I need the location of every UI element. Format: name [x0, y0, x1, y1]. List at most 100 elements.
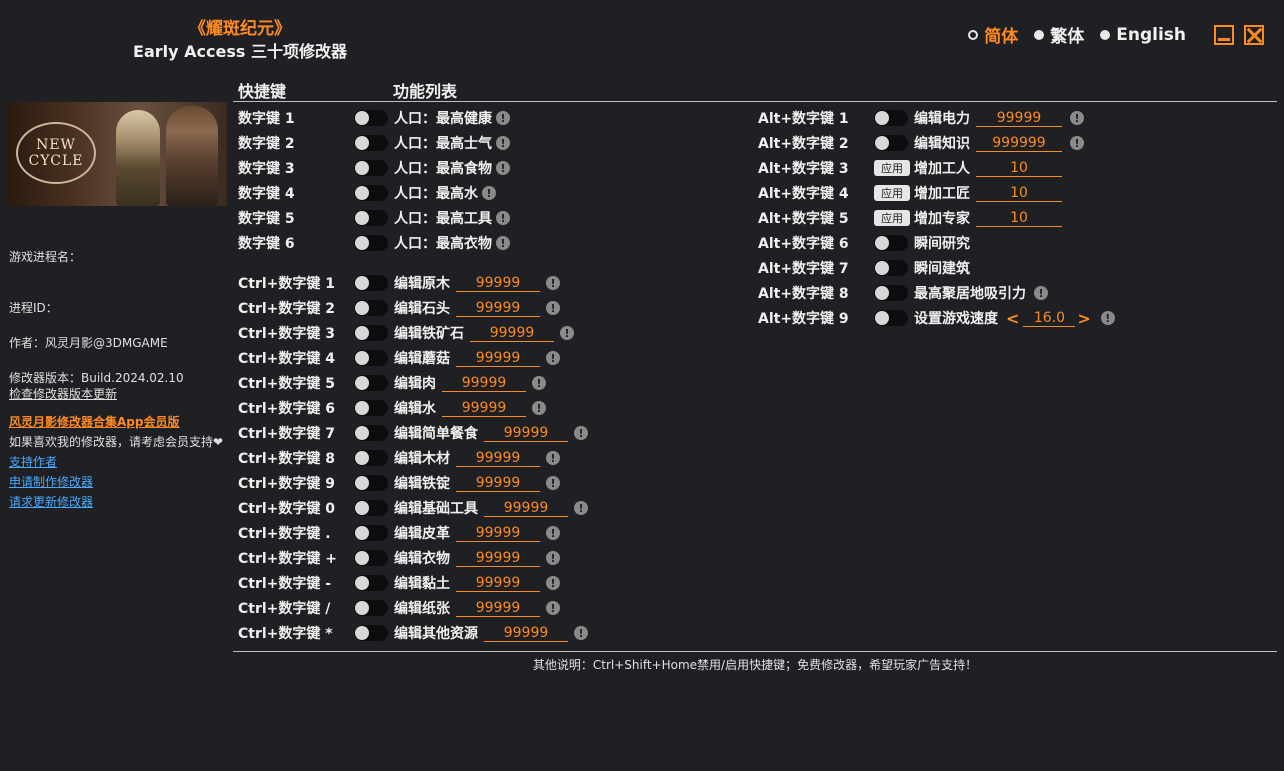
value-input[interactable]: 99999 [456, 299, 540, 317]
toggle-switch[interactable] [874, 235, 908, 251]
apply-button[interactable]: 应用 [874, 185, 910, 201]
toggle-switch[interactable] [354, 300, 388, 316]
toggle-switch[interactable] [874, 310, 908, 326]
cheat-label-group: 编辑电力 99999! [914, 108, 1084, 128]
check-update-link[interactable]: 检查修改器版本更新 [9, 385, 117, 402]
info-icon[interactable]: ! [560, 326, 574, 340]
value-input[interactable]: 99999 [456, 274, 540, 292]
value-input[interactable]: 99999 [456, 449, 540, 467]
toggle-switch[interactable] [354, 625, 388, 641]
value-input[interactable]: 10 [976, 159, 1062, 177]
lang-traditional[interactable]: 繁体 [1034, 22, 1084, 47]
info-icon[interactable]: ! [546, 476, 560, 490]
request-update-link[interactable]: 请求更新修改器 [9, 493, 93, 510]
value-input[interactable]: 10 [976, 184, 1062, 202]
value-input[interactable]: 99999 [456, 599, 540, 617]
value-input[interactable]: 99999 [456, 574, 540, 592]
toggle-switch[interactable] [354, 135, 388, 151]
value-input[interactable]: 99999 [442, 374, 526, 392]
increase-arrow-icon[interactable]: > [1077, 309, 1090, 328]
info-icon[interactable]: ! [482, 186, 496, 200]
cheat-label-group: 编辑木材 99999! [394, 448, 560, 468]
info-icon[interactable]: ! [546, 551, 560, 565]
info-icon[interactable]: ! [1034, 286, 1048, 300]
value-input[interactable]: 99999 [456, 549, 540, 567]
info-icon[interactable]: ! [574, 501, 588, 515]
request-trainer-link[interactable]: 申请制作修改器 [9, 473, 93, 490]
apply-button[interactable]: 应用 [874, 160, 910, 176]
toggle-switch[interactable] [354, 400, 388, 416]
toggle-switch[interactable] [354, 450, 388, 466]
toggle-switch[interactable] [354, 475, 388, 491]
app-promo-link[interactable]: 风灵月影修改器合集App会员版 [9, 413, 179, 430]
value-input[interactable]: 99999 [484, 624, 568, 642]
info-icon[interactable]: ! [546, 576, 560, 590]
info-icon[interactable]: ! [1100, 311, 1115, 325]
toggle-switch[interactable] [354, 600, 388, 616]
cheat-row: Ctrl+数字键 1 编辑原木 99999! [238, 272, 658, 294]
hotkey-label: 数字键 4 [238, 186, 295, 202]
value-input[interactable]: 99999 [456, 349, 540, 367]
support-author-link[interactable]: 支持作者 [9, 453, 57, 470]
toggle-switch[interactable] [354, 525, 388, 541]
value-input[interactable]: 99999 [484, 424, 568, 442]
info-icon[interactable]: ! [496, 211, 510, 225]
info-icon[interactable]: ! [496, 136, 510, 150]
info-icon[interactable]: ! [496, 161, 510, 175]
info-icon[interactable]: ! [1070, 111, 1084, 125]
value-input[interactable]: 99999 [442, 399, 526, 417]
cheat-label: 增加工人 [914, 161, 970, 177]
toggle-switch[interactable] [874, 260, 908, 276]
info-icon[interactable]: ! [496, 236, 510, 250]
value-input[interactable]: 999999 [976, 134, 1062, 152]
toggle-switch[interactable] [354, 425, 388, 441]
cheat-label: 人口：最高健康 [394, 111, 492, 127]
info-icon[interactable]: ! [546, 351, 560, 365]
toggle-switch[interactable] [354, 185, 388, 201]
info-icon[interactable]: ! [532, 401, 546, 415]
info-icon[interactable]: ! [546, 276, 560, 290]
lang-simplified[interactable]: 简体 [968, 22, 1018, 47]
toggle-switch[interactable] [354, 160, 388, 176]
cheat-row: Ctrl+数字键 7 编辑简单餐食 99999! [238, 422, 658, 444]
info-icon[interactable]: ! [1070, 136, 1084, 150]
toggle-switch[interactable] [354, 235, 388, 251]
close-icon[interactable] [1244, 24, 1264, 45]
toggle-switch[interactable] [354, 500, 388, 516]
toggle-switch[interactable] [354, 325, 388, 341]
minimize-icon[interactable] [1214, 24, 1234, 45]
decrease-arrow-icon[interactable]: < [1006, 309, 1019, 328]
info-icon[interactable]: ! [546, 601, 560, 615]
toggle-switch[interactable] [354, 375, 388, 391]
info-icon[interactable]: ! [546, 451, 560, 465]
speed-value-input[interactable]: 16.0 [1023, 309, 1076, 327]
toggle-switch[interactable] [354, 550, 388, 566]
apply-button[interactable]: 应用 [874, 210, 910, 226]
cheat-label-group: 增加工匠 10 [914, 183, 1062, 203]
value-input[interactable]: 99999 [456, 524, 540, 542]
toggle-switch[interactable] [874, 285, 908, 301]
info-icon[interactable]: ! [532, 376, 546, 390]
info-icon[interactable]: ! [546, 526, 560, 540]
info-icon[interactable]: ! [546, 301, 560, 315]
footer-note: 其他说明：Ctrl+Shift+Home禁用/启用快捷键；免费修改器，希望玩家广… [532, 658, 978, 672]
lang-english[interactable]: English [1100, 25, 1186, 45]
value-input[interactable]: 99999 [470, 324, 554, 342]
cheat-row: Ctrl+数字键 - 编辑黏土 99999! [238, 572, 658, 594]
toggle-switch[interactable] [354, 350, 388, 366]
value-input[interactable]: 99999 [484, 499, 568, 517]
toggle-switch[interactable] [354, 210, 388, 226]
info-icon[interactable]: ! [574, 426, 588, 440]
toggle-switch[interactable] [354, 275, 388, 291]
toggle-switch[interactable] [354, 110, 388, 126]
toggle-switch[interactable] [874, 135, 908, 151]
process-name-label: 游戏进程名： [9, 250, 82, 264]
toggle-switch[interactable] [354, 575, 388, 591]
value-input[interactable]: 99999 [456, 474, 540, 492]
value-input[interactable]: 10 [976, 209, 1062, 227]
value-input[interactable]: 99999 [976, 109, 1062, 127]
info-icon[interactable]: ! [574, 626, 588, 640]
toggle-switch[interactable] [874, 110, 908, 126]
info-icon[interactable]: ! [496, 111, 510, 125]
cheat-row: 数字键 6 人口：最高衣物! [238, 232, 558, 254]
